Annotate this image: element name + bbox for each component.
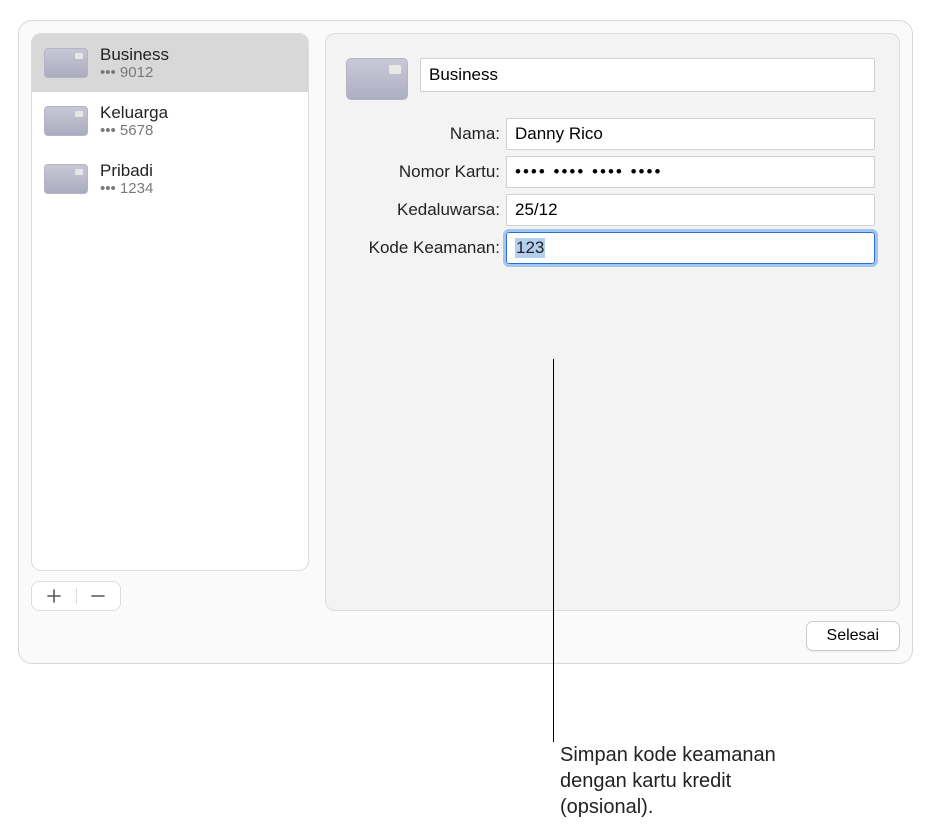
card-list-item[interactable]: Business ••• 9012 [32, 34, 308, 92]
card-item-title: Pribadi [100, 161, 153, 181]
field-label-number: Nomor Kartu: [346, 162, 506, 182]
card-item-title: Keluarga [100, 103, 168, 123]
minus-icon [91, 589, 105, 603]
card-item-subtitle: ••• 5678 [100, 122, 168, 139]
security-code-input[interactable]: 123 [506, 232, 875, 264]
credit-card-manager-window: Business ••• 9012 Keluarga ••• 5678 [18, 20, 913, 664]
card-number-input[interactable] [506, 156, 875, 188]
name-input[interactable] [506, 118, 875, 150]
sidebar: Business ••• 9012 Keluarga ••• 5678 [31, 33, 309, 611]
add-button[interactable] [32, 582, 76, 610]
expiry-input[interactable] [506, 194, 875, 226]
credit-card-icon [44, 48, 88, 78]
list-buttons [31, 581, 121, 611]
field-label-name: Nama: [346, 124, 506, 144]
done-button[interactable]: Selesai [806, 621, 900, 651]
field-label-expiry: Kedaluwarsa: [346, 200, 506, 220]
card-list: Business ••• 9012 Keluarga ••• 5678 [31, 33, 309, 571]
callout-text: Simpan kode keamanan dengan kartu kredit… [560, 742, 820, 820]
detail-pane: Nama: Nomor Kartu: Kedaluwarsa: Kode Kea… [325, 33, 900, 611]
card-item-subtitle: ••• 1234 [100, 180, 153, 197]
card-item-subtitle: ••• 9012 [100, 64, 169, 81]
card-list-item[interactable]: Pribadi ••• 1234 [32, 150, 308, 208]
card-title-input[interactable] [420, 58, 875, 92]
security-code-value: 123 [515, 238, 545, 258]
credit-card-icon [346, 58, 408, 100]
callout-leader-line [553, 359, 554, 742]
plus-icon [47, 589, 61, 603]
card-item-title: Business [100, 45, 169, 65]
remove-button[interactable] [77, 582, 121, 610]
credit-card-icon [44, 106, 88, 136]
card-list-item[interactable]: Keluarga ••• 5678 [32, 92, 308, 150]
bottom-bar: Selesai [31, 611, 900, 651]
credit-card-icon [44, 164, 88, 194]
field-label-code: Kode Keamanan: [346, 238, 506, 258]
